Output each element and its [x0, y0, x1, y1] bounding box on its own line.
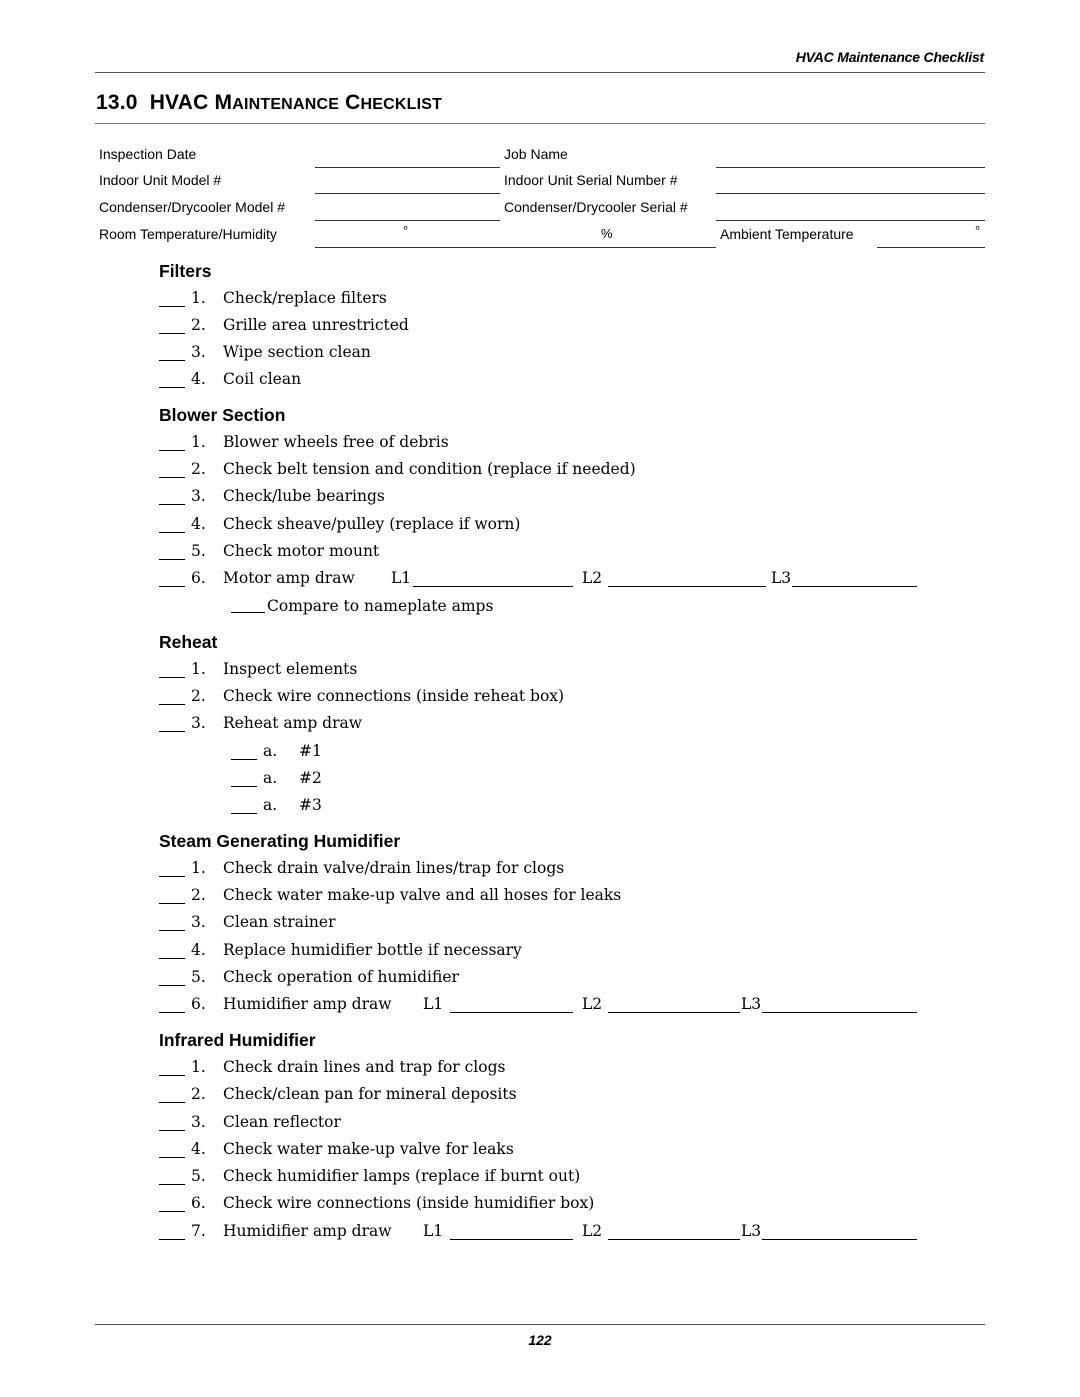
check-blank[interactable] [159, 958, 185, 959]
check-blank[interactable] [159, 677, 185, 678]
check-blank[interactable] [159, 704, 185, 705]
motor-amp-l1-field[interactable] [413, 586, 573, 587]
check-blank[interactable] [159, 1239, 185, 1240]
motor-amp-l3-label: L3 [771, 569, 792, 587]
check-blank[interactable] [231, 759, 257, 760]
check-blank[interactable] [159, 450, 185, 451]
check-blank[interactable] [159, 1211, 185, 1212]
room-temp-humidity-field[interactable] [315, 247, 716, 248]
running-header: HVAC Maintenance Checklist [795, 49, 984, 65]
section-title-infrared-humidifier: Infrared Humidifier [159, 1030, 316, 1050]
check-blank[interactable] [159, 930, 185, 931]
job-name-field[interactable] [716, 167, 985, 168]
condenser-serial-field[interactable] [716, 220, 985, 221]
steam-amp-l2-label: L2 [582, 995, 603, 1013]
check-blank[interactable] [231, 786, 257, 787]
infrared-amp-l3-field[interactable] [762, 1239, 917, 1240]
humidity-percent-symbol: % [601, 226, 613, 241]
check-blank[interactable] [159, 333, 185, 334]
indoor-unit-model-field[interactable] [315, 193, 500, 194]
check-blank[interactable] [159, 1157, 185, 1158]
infrared-amp-l2-label: L2 [582, 1222, 603, 1240]
section-title-steam-humidifier: Steam Generating Humidifier [159, 831, 401, 851]
condenser-serial-label: Condenser/Drycooler Serial # [504, 199, 688, 215]
check-blank[interactable] [159, 903, 185, 904]
motor-amp-l2-field[interactable] [608, 586, 766, 587]
check-blank[interactable] [159, 477, 185, 478]
infrared-amp-l2-field[interactable] [608, 1239, 740, 1240]
condenser-model-field[interactable] [315, 220, 500, 221]
check-blank[interactable] [231, 813, 257, 814]
infrared-amp-l1-label: L1 [423, 1222, 444, 1240]
section-title-filters: Filters [159, 261, 212, 281]
inspection-date-label: Inspection Date [99, 146, 197, 162]
steam-amp-l3-field[interactable] [762, 1012, 917, 1013]
check-blank[interactable] [159, 1184, 185, 1185]
header-rule [95, 72, 985, 73]
infrared-amp-l1-field[interactable] [450, 1239, 573, 1240]
motor-amp-l2-label: L2 [582, 569, 603, 587]
steam-amp-l1-field[interactable] [450, 1012, 573, 1013]
steam-amp-l1-label: L1 [423, 995, 444, 1013]
title-rule [95, 123, 985, 124]
steam-amp-l2-field[interactable] [608, 1012, 740, 1013]
check-blank[interactable] [159, 504, 185, 505]
room-temp-degree-symbol: ° [403, 223, 409, 238]
check-blank[interactable] [159, 360, 185, 361]
job-name-label: Job Name [504, 146, 568, 162]
room-temp-humidity-label: Room Temperature/Humidity [99, 226, 277, 242]
check-blank[interactable] [159, 532, 185, 533]
inspection-date-field[interactable] [315, 167, 500, 168]
check-blank[interactable] [159, 559, 185, 560]
check-blank[interactable] [159, 1130, 185, 1131]
check-blank[interactable] [159, 1012, 185, 1013]
motor-amp-l1-label: L1 [391, 569, 412, 587]
check-blank[interactable] [159, 985, 185, 986]
check-blank[interactable] [159, 876, 185, 877]
page-number: 122 [528, 1332, 552, 1348]
check-blank[interactable] [159, 586, 185, 587]
ambient-temperature-field[interactable] [877, 247, 985, 248]
compare-nameplate-item: Compare to nameplate amps [231, 597, 493, 615]
infrared-amp-l3-label: L3 [741, 1222, 762, 1240]
section-title-blower: Blower Section [159, 405, 286, 425]
page-title: 13.0 HVAC MAINTENANCE CHECKLIST [96, 91, 443, 114]
check-blank[interactable] [159, 731, 185, 732]
steam-amp-l3-label: L3 [741, 995, 762, 1013]
section-number: 13.0 [96, 91, 138, 114]
check-blank[interactable] [159, 1075, 185, 1076]
indoor-unit-serial-label: Indoor Unit Serial Number # [504, 172, 678, 188]
ambient-degree-symbol: ° [975, 223, 981, 238]
check-blank[interactable] [159, 306, 185, 307]
check-blank[interactable] [159, 387, 185, 388]
ambient-temperature-label: Ambient Temperature [720, 226, 854, 242]
footer-rule [95, 1324, 985, 1325]
indoor-unit-serial-field[interactable] [716, 193, 985, 194]
section-title-reheat: Reheat [159, 632, 218, 652]
check-blank[interactable] [159, 1102, 185, 1103]
condenser-model-label: Condenser/Drycooler Model # [99, 199, 285, 215]
motor-amp-l3-field[interactable] [792, 586, 917, 587]
check-blank[interactable] [231, 612, 265, 613]
indoor-unit-model-label: Indoor Unit Model # [99, 172, 222, 188]
